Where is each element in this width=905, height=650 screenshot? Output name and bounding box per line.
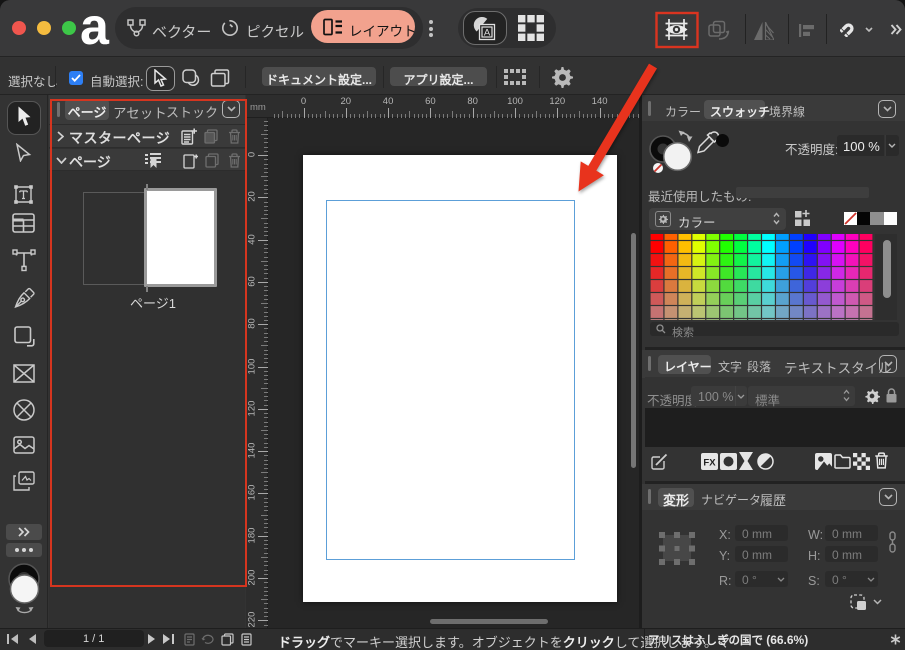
- svg-text:a: a: [80, 8, 110, 48]
- svg-text:FX: FX: [703, 458, 716, 469]
- svg-text:A: A: [484, 28, 491, 39]
